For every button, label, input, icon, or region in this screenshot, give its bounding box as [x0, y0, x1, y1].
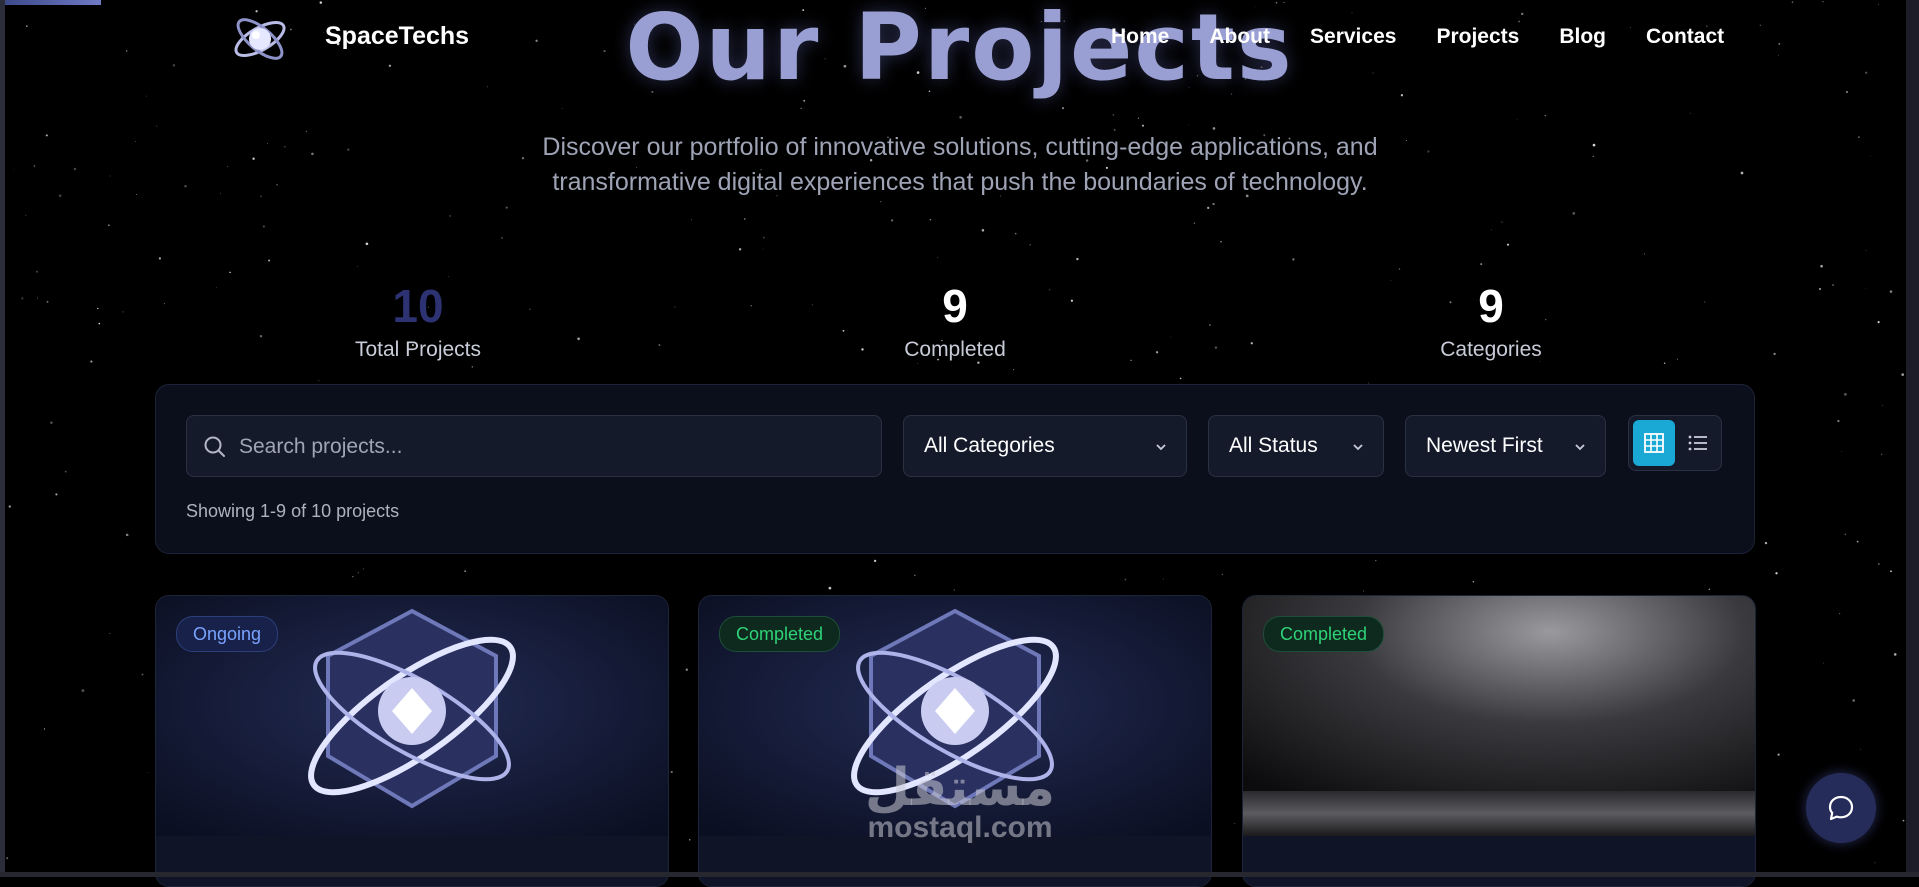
- nav-blog[interactable]: Blog: [1559, 25, 1606, 49]
- card-body: [156, 836, 668, 886]
- grid-view-button[interactable]: [1633, 420, 1675, 466]
- view-toggle: [1628, 415, 1722, 471]
- nav-home[interactable]: Home: [1111, 25, 1169, 49]
- filter-panel: All Categories All Status Newest First: [155, 384, 1755, 554]
- search-icon: [204, 436, 225, 457]
- category-select-value: All Categories: [924, 434, 1055, 457]
- window-scrollbar-track[interactable]: [1906, 0, 1919, 877]
- nav-about[interactable]: About: [1209, 25, 1270, 49]
- category-select[interactable]: All Categories: [903, 415, 1187, 477]
- stat-categories: 9 Categories: [1341, 278, 1641, 362]
- project-card[interactable]: Completed: [1242, 595, 1756, 887]
- chat-button[interactable]: [1806, 773, 1876, 843]
- chevron-down-icon: [1156, 444, 1166, 451]
- stat-completed: 9 Completed: [805, 278, 1105, 362]
- status-badge: Completed: [719, 616, 841, 652]
- grid-icon: [1644, 433, 1664, 453]
- stat-total-projects: 10 Total Projects: [268, 278, 568, 362]
- status-badge: Ongoing: [176, 616, 279, 652]
- stat-label: Total Projects: [354, 338, 482, 361]
- search-input[interactable]: [237, 416, 861, 478]
- brand-name[interactable]: SpaceTechs: [325, 22, 469, 51]
- nav-projects[interactable]: Projects: [1436, 25, 1519, 49]
- status-select-value: All Status: [1229, 434, 1318, 457]
- status-select[interactable]: All Status: [1208, 415, 1384, 477]
- stat-value: 10: [392, 280, 444, 332]
- watermark-latin: mostaql.com: [867, 811, 1053, 844]
- stat-value: 9: [942, 280, 968, 332]
- chat-bubble-icon: [1828, 795, 1854, 821]
- mostaql-watermark: مستقل mostaql.com: [840, 760, 1080, 844]
- sort-select[interactable]: Newest First: [1405, 415, 1606, 477]
- sort-select-value: Newest First: [1426, 434, 1543, 457]
- nav-services[interactable]: Services: [1310, 25, 1396, 49]
- results-count: Showing 1-9 of 10 projects: [186, 501, 400, 521]
- status-badge: Completed: [1263, 616, 1385, 652]
- chevron-down-icon: [1575, 444, 1585, 451]
- top-accent-bar: [5, 0, 101, 5]
- search-box: [186, 415, 882, 478]
- stat-label: Categories: [1440, 338, 1542, 361]
- window-bottom-edge: [0, 872, 1919, 877]
- list-icon: [1688, 435, 1707, 451]
- stat-label: Completed: [904, 338, 1006, 361]
- nav-contact[interactable]: Contact: [1646, 25, 1724, 49]
- watermark-arabic: مستقل: [864, 758, 1056, 818]
- page-subtitle: Discover our portfolio of innovative sol…: [542, 133, 1378, 196]
- stat-value: 9: [1478, 280, 1504, 332]
- card-body: [1243, 836, 1755, 886]
- list-view-button[interactable]: [1677, 420, 1719, 466]
- window-left-edge: [0, 0, 5, 877]
- main-nav: Home About Services Projects Blog Contac…: [1111, 25, 1724, 49]
- chevron-down-icon: [1353, 444, 1363, 451]
- atom-logo-icon[interactable]: [230, 10, 290, 68]
- project-card[interactable]: Ongoing: [155, 595, 669, 887]
